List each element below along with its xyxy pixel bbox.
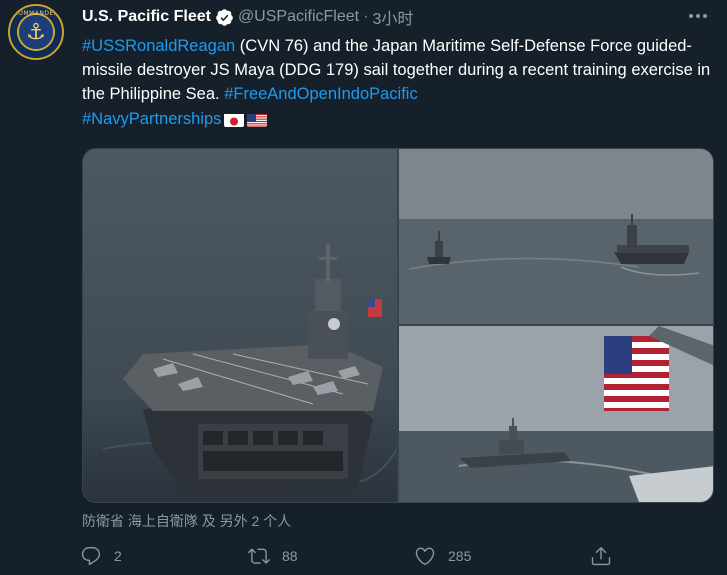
retweet-icon bbox=[240, 538, 278, 574]
tweet-card[interactable]: COMMANDER ⚓ U.S. Pacific Fleet @USPacifi… bbox=[0, 0, 727, 575]
hashtag-navypartnerships[interactable]: #NavyPartnerships bbox=[82, 110, 221, 128]
japan-flag-icon bbox=[224, 112, 245, 127]
like-count: 285 bbox=[448, 548, 472, 564]
anchor-icon: ⚓ bbox=[26, 19, 46, 44]
two-ships-formation-photo[interactable] bbox=[399, 149, 713, 324]
share-button[interactable] bbox=[582, 538, 620, 574]
avatar-ring-text: COMMANDER bbox=[13, 10, 59, 17]
retweet-button[interactable]: 88 bbox=[240, 538, 298, 574]
aircraft-carrier-photo[interactable] bbox=[83, 149, 397, 502]
retweet-count: 88 bbox=[282, 548, 298, 564]
header-separator: · bbox=[363, 8, 369, 25]
account-handle[interactable]: @USPacificFleet bbox=[238, 8, 359, 26]
avatar[interactable]: COMMANDER ⚓ bbox=[8, 4, 64, 60]
reply-count: 2 bbox=[114, 548, 122, 564]
like-button[interactable]: 285 bbox=[406, 538, 471, 574]
hashtag-freeandopenindopacific[interactable]: #FreeAndOpenIndoPacific bbox=[224, 85, 418, 103]
reply-button[interactable]: 2 bbox=[72, 538, 122, 574]
tweet-header: U.S. Pacific Fleet @USPacificFleet · 3小时 bbox=[82, 6, 413, 28]
heart-icon bbox=[406, 538, 444, 574]
hashtag-ussronaldreagan[interactable]: #USSRonaldReagan bbox=[82, 37, 235, 55]
tagged-people[interactable]: 防衛省 海上自衛隊 及 另外 2 个人 bbox=[82, 511, 291, 531]
tweet-timestamp[interactable]: 3小时 bbox=[372, 5, 413, 29]
share-icon bbox=[582, 538, 620, 574]
reply-icon bbox=[72, 538, 110, 574]
photo-grid bbox=[82, 148, 714, 503]
destroyer-with-us-flag-photo[interactable] bbox=[399, 326, 713, 502]
verified-badge-icon bbox=[216, 8, 233, 26]
tweet-actions: 2 88 285 bbox=[72, 538, 632, 574]
more-options-icon[interactable] bbox=[687, 6, 709, 26]
us-flag-icon bbox=[247, 112, 268, 127]
tweet-text: #USSRonaldReagan (CVN 76) and the Japan … bbox=[82, 34, 718, 131]
account-name[interactable]: U.S. Pacific Fleet bbox=[82, 8, 211, 26]
